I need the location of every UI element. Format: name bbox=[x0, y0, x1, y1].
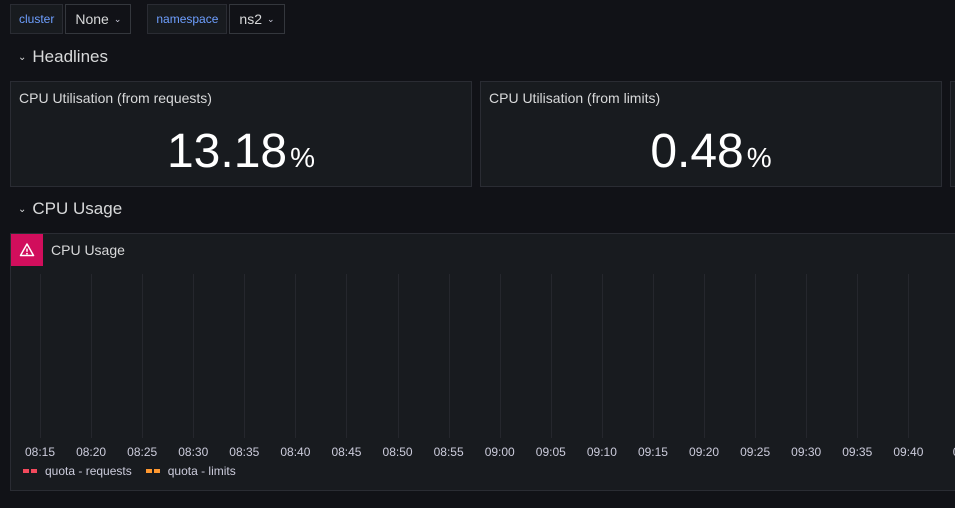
stat-panel-limits: CPU Utilisation (from limits) 0.48% bbox=[480, 81, 942, 187]
cluster-select-value: None bbox=[75, 11, 109, 27]
x-tick-label: 08:50 bbox=[382, 445, 413, 459]
stat-unit: % bbox=[290, 142, 316, 173]
x-tick-label: 08:20 bbox=[76, 445, 107, 459]
stat-value: 0.48% bbox=[481, 124, 941, 186]
x-tick-label: 08:30 bbox=[178, 445, 209, 459]
x-gridline bbox=[244, 274, 246, 438]
warning-triangle-icon[interactable] bbox=[11, 234, 43, 266]
x-tick-label: 09:05 bbox=[535, 445, 566, 459]
x-tick-label: 09:15 bbox=[637, 445, 668, 459]
stat-panel-offscreen bbox=[950, 81, 955, 187]
x-gridline bbox=[857, 274, 859, 438]
x-gridline bbox=[704, 274, 706, 438]
namespace-select[interactable]: ns2 ⌄ bbox=[229, 4, 285, 34]
x-gridline bbox=[193, 274, 195, 438]
x-gridline bbox=[346, 274, 348, 438]
x-tick-label: 08:15 bbox=[24, 445, 56, 459]
x-gridline bbox=[448, 274, 450, 438]
x-gridline bbox=[91, 274, 93, 438]
x-tick-label: 08:35 bbox=[229, 445, 260, 459]
namespace-select-value: ns2 bbox=[239, 11, 262, 27]
legend-label: quota - limits bbox=[167, 464, 236, 478]
x-tick-label: 09:40 bbox=[893, 445, 924, 459]
chevron-down-icon: ⌄ bbox=[113, 13, 122, 24]
legend-label: quota - requests bbox=[45, 464, 132, 478]
x-tick-label: 09:20 bbox=[689, 445, 720, 459]
stat-number: 13.18 bbox=[166, 125, 288, 178]
variable-label-namespace: namespace bbox=[147, 4, 228, 34]
graph-title: CPU Usage bbox=[51, 242, 125, 258]
stat-number: 0.48 bbox=[650, 125, 744, 178]
panel-title: CPU Utilisation (from limits) bbox=[489, 90, 661, 106]
x-gridline bbox=[499, 274, 501, 438]
stat-unit: % bbox=[746, 142, 772, 173]
cpu-usage-graph-panel: CPU Usage 08:15 08:20 08:25 08:30 08:35 08:40… bbox=[10, 233, 955, 491]
chevron-down-icon: ⌄ bbox=[18, 51, 27, 63]
x-tick-label: 08:45 bbox=[331, 445, 362, 459]
x-gridline bbox=[652, 274, 654, 438]
row-cpu-usage-title: CPU Usage bbox=[32, 199, 123, 218]
row-cpu-usage[interactable]: ⌄ CPU Usage bbox=[18, 199, 122, 219]
x-gridline bbox=[397, 274, 399, 438]
x-gridline bbox=[908, 274, 910, 438]
legend-swatch bbox=[145, 469, 160, 473]
x-gridline bbox=[550, 274, 552, 438]
legend: quota - requests quota - limits bbox=[23, 464, 250, 478]
x-gridline bbox=[806, 274, 808, 438]
stat-panel-requests: CPU Utilisation (from requests) 13.18% bbox=[10, 81, 472, 187]
legend-swatch bbox=[23, 469, 37, 473]
x-tick-label: 08:55 bbox=[433, 445, 464, 459]
chevron-down-icon: ⌄ bbox=[18, 203, 27, 215]
x-gridline bbox=[295, 274, 297, 438]
x-tick-label: 09:00 bbox=[484, 445, 515, 459]
x-tick-label: 09:30 bbox=[791, 445, 822, 459]
variables-bar: cluster None ⌄ namespace ns2 ⌄ bbox=[10, 3, 285, 35]
panel-title: CPU Utilisation (from requests) bbox=[19, 90, 212, 106]
row-headlines[interactable]: ⌄ Headlines bbox=[18, 47, 108, 67]
x-tick-label: 09:10 bbox=[586, 445, 617, 459]
chevron-down-icon: ⌄ bbox=[266, 13, 275, 24]
cluster-select[interactable]: None ⌄ bbox=[65, 4, 132, 34]
variable-label-cluster: cluster bbox=[10, 4, 64, 34]
x-gridline bbox=[40, 274, 41, 438]
x-tick-label: 09:25 bbox=[740, 445, 771, 459]
x-tick-label: 08:40 bbox=[280, 445, 311, 459]
x-tick-label: 08:25 bbox=[127, 445, 158, 459]
x-gridline bbox=[601, 274, 603, 438]
x-tick-label: 09:35 bbox=[842, 445, 873, 459]
x-gridline bbox=[142, 274, 144, 438]
row-headlines-title: Headlines bbox=[32, 47, 108, 66]
legend-item[interactable]: quota - requests bbox=[23, 464, 132, 478]
stat-value: 13.18% bbox=[11, 124, 471, 186]
x-gridline bbox=[755, 274, 757, 438]
legend-item[interactable]: quota - limits bbox=[145, 464, 236, 478]
